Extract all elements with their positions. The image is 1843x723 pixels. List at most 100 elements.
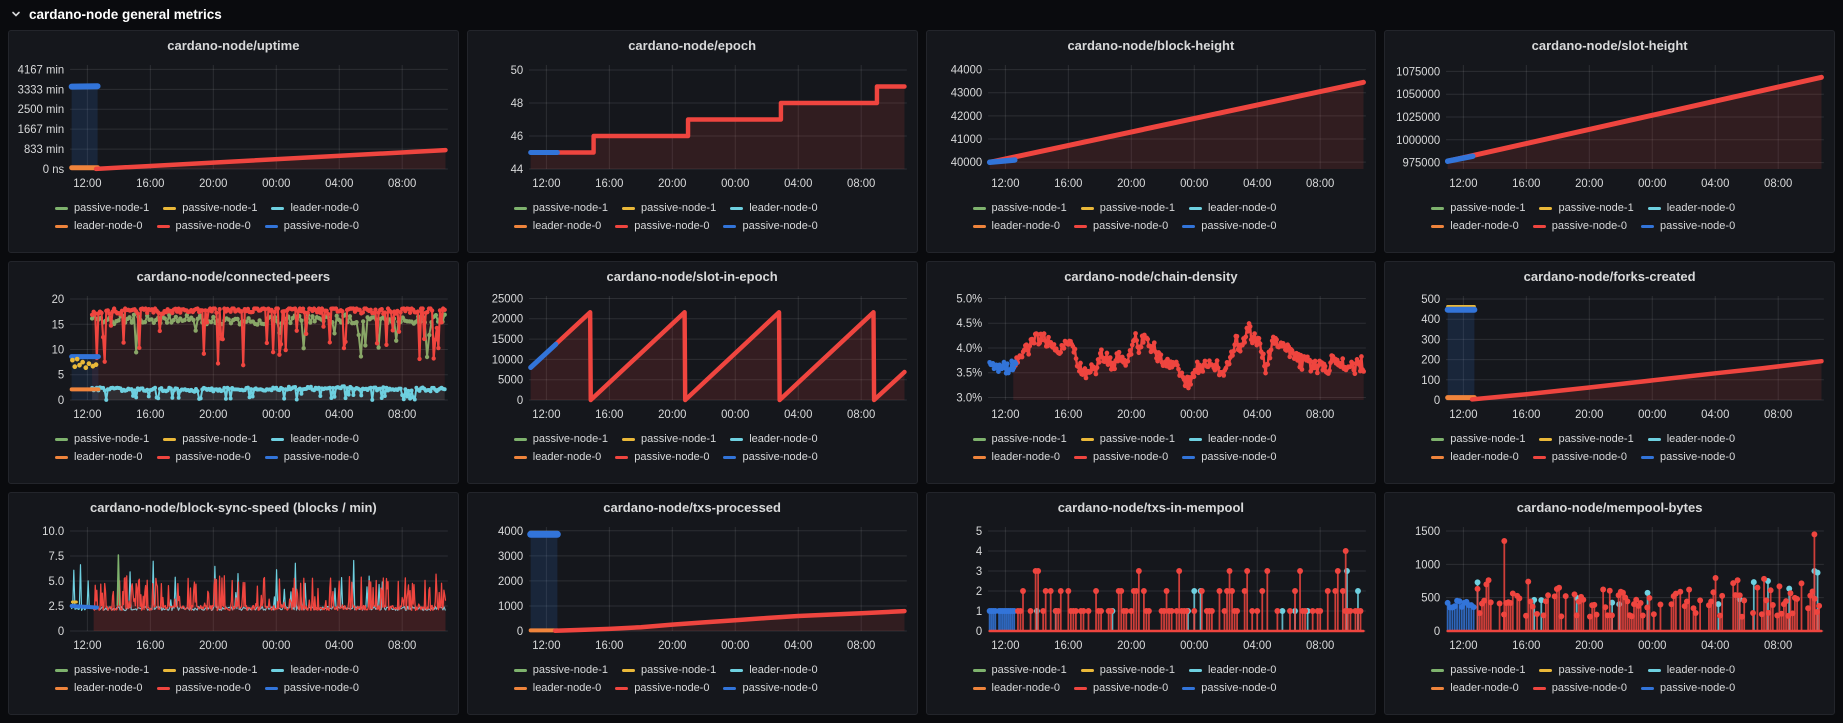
legend-item[interactable]: passive-node-0 — [1074, 219, 1168, 234]
legend-item[interactable]: leader-node-0 — [513, 219, 601, 234]
legend-item[interactable]: passive-node-0 — [1640, 681, 1735, 696]
legend-item[interactable]: leader-node-0 — [1431, 450, 1519, 465]
legend-item[interactable]: leader-node-0 — [513, 681, 601, 696]
series-point — [212, 306, 218, 311]
legend-item[interactable]: passive-node-0 — [156, 450, 251, 465]
legend-item[interactable]: passive-node-0 — [264, 450, 359, 465]
legend-item[interactable]: passive-node-0 — [156, 681, 251, 696]
legend-item[interactable]: leader-node-0 — [271, 663, 359, 678]
legend-item[interactable]: passive-node-1 — [621, 663, 716, 678]
legend-item[interactable]: passive-node-1 — [163, 432, 257, 447]
legend-item[interactable]: passive-node-0 — [156, 219, 251, 234]
legend-item[interactable]: passive-node-1 — [513, 663, 608, 678]
time-series-chart[interactable]: 25000 20000 15000 10000 5000 0 12:00 16:00 20:00… — [472, 288, 913, 428]
panel-title[interactable]: cardano-node/forks-created — [1389, 266, 1830, 288]
legend-item[interactable]: leader-node-0 — [972, 450, 1060, 465]
legend-item[interactable]: passive-node-1 — [1080, 432, 1175, 447]
legend-item[interactable]: passive-node-1 — [972, 432, 1067, 447]
panel-title[interactable]: cardano-node/mempool-bytes — [1389, 497, 1830, 519]
time-series-chart[interactable]: 5.0% 4.5% 4.0% 3.5% 3.0% 12:00 16:00 20:00 00:00… — [931, 288, 1372, 428]
legend-item[interactable]: passive-node-0 — [1640, 450, 1735, 465]
legend-item[interactable]: passive-node-0 — [1182, 219, 1276, 234]
legend-item[interactable]: passive-node-0 — [1640, 219, 1735, 234]
time-series-chart[interactable]: 10.0 7.5 5.0 2.5 0 12:00 16:00 20:00 00:00 04:00 0… — [13, 519, 454, 659]
legend-item[interactable]: leader-node-0 — [513, 450, 601, 465]
panel-title[interactable]: cardano-node/slot-height — [1389, 35, 1830, 57]
legend-item[interactable]: passive-node-0 — [1532, 450, 1627, 465]
legend-item[interactable]: passive-node-0 — [264, 681, 359, 696]
panel-title[interactable]: cardano-node/connected-peers — [13, 266, 454, 288]
legend-item[interactable]: passive-node-0 — [615, 219, 709, 234]
time-series-chart[interactable]: 1075000 1050000 1025000 1000000 975000 12:00 1… — [1389, 57, 1830, 197]
legend-item[interactable]: passive-node-1 — [1080, 201, 1175, 216]
legend-item[interactable]: leader-node-0 — [972, 219, 1060, 234]
series-point — [283, 347, 288, 353]
legend-item[interactable]: passive-node-1 — [972, 663, 1067, 678]
legend-item[interactable]: passive-node-1 — [1431, 201, 1525, 216]
legend-item[interactable]: passive-node-1 — [1431, 432, 1525, 447]
legend-item[interactable]: leader-node-0 — [271, 432, 359, 447]
legend-item[interactable]: passive-node-1 — [163, 663, 257, 678]
legend-item[interactable]: passive-node-0 — [723, 681, 818, 696]
time-series-chart[interactable]: 44000 43000 42000 41000 40000 12:00 16:00 20:00… — [931, 57, 1372, 197]
legend-item[interactable]: leader-node-0 — [730, 201, 818, 216]
legend-item[interactable]: passive-node-1 — [1539, 432, 1634, 447]
legend-item[interactable]: passive-node-0 — [1074, 681, 1168, 696]
legend-item[interactable]: leader-node-0 — [271, 201, 359, 216]
legend-item[interactable]: passive-node-1 — [55, 663, 149, 678]
legend-item[interactable]: passive-node-0 — [1532, 219, 1627, 234]
legend-item[interactable]: passive-node-1 — [1080, 663, 1175, 678]
panel-title[interactable]: cardano-node/epoch — [472, 35, 913, 57]
time-series-chart[interactable]: 500 400 300 200 100 0 12:00 16:00 20:00 00:00 04:0… — [1389, 288, 1830, 428]
legend-item[interactable]: passive-node-1 — [621, 432, 716, 447]
legend-item[interactable]: leader-node-0 — [55, 219, 143, 234]
legend-item[interactable]: leader-node-0 — [1647, 432, 1735, 447]
legend-item[interactable]: leader-node-0 — [730, 432, 818, 447]
legend-item[interactable]: passive-node-1 — [1431, 663, 1525, 678]
legend-item[interactable]: passive-node-1 — [55, 432, 149, 447]
series-point — [1199, 369, 1205, 374]
time-series-chart[interactable]: 50 48 46 44 12:00 16:00 20:00 00:00 04:00 08:00 — [472, 57, 913, 197]
legend-item[interactable]: passive-node-0 — [1074, 450, 1168, 465]
legend-item[interactable]: passive-node-0 — [1182, 450, 1276, 465]
time-series-chart[interactable]: 4000 3000 2000 1000 0 12:00 16:00 20:00 00:00 04:… — [472, 519, 913, 659]
time-series-chart[interactable]: 1500 1000 500 0 12:00 16:00 20:00 00:00 04:00 08:… — [1389, 519, 1830, 659]
legend-item[interactable]: leader-node-0 — [55, 450, 143, 465]
legend-item[interactable]: passive-node-1 — [621, 201, 716, 216]
panel-title[interactable]: cardano-node/chain-density — [931, 266, 1372, 288]
legend-item[interactable]: passive-node-0 — [264, 219, 359, 234]
legend-item[interactable]: leader-node-0 — [1647, 201, 1735, 216]
legend-item[interactable]: passive-node-0 — [1532, 681, 1627, 696]
legend-item[interactable]: leader-node-0 — [730, 663, 818, 678]
legend-item[interactable]: passive-node-1 — [1539, 201, 1634, 216]
panel-title[interactable]: cardano-node/block-sync-speed (blocks / … — [13, 497, 454, 519]
legend-item[interactable]: passive-node-1 — [55, 201, 149, 216]
section-header[interactable]: cardano-node general metrics — [0, 0, 1843, 28]
legend-item[interactable]: passive-node-0 — [615, 681, 709, 696]
panel-title[interactable]: cardano-node/uptime — [13, 35, 454, 57]
legend-item[interactable]: leader-node-0 — [1431, 681, 1519, 696]
panel-title[interactable]: cardano-node/slot-in-epoch — [472, 266, 913, 288]
time-series-chart[interactable]: 20 15 10 5 0 12:00 16:00 20:00 00:00 04:00 08:00 — [13, 288, 454, 428]
legend-item[interactable]: passive-node-1 — [513, 432, 608, 447]
legend-item[interactable]: passive-node-1 — [163, 201, 257, 216]
legend-item[interactable]: leader-node-0 — [1431, 219, 1519, 234]
panel-title[interactable]: cardano-node/block-height — [931, 35, 1372, 57]
time-series-chart[interactable]: 5 4 3 2 1 0 12:00 16:00 20:00 00:00 04:00 08:00 — [931, 519, 1372, 659]
legend-item[interactable]: passive-node-1 — [513, 201, 608, 216]
legend-item[interactable]: leader-node-0 — [1188, 201, 1276, 216]
legend-item[interactable]: passive-node-0 — [723, 219, 818, 234]
legend-item[interactable]: passive-node-1 — [1539, 663, 1634, 678]
legend-item[interactable]: leader-node-0 — [1188, 663, 1276, 678]
legend-item[interactable]: passive-node-0 — [615, 450, 709, 465]
panel-title[interactable]: cardano-node/txs-processed — [472, 497, 913, 519]
time-series-chart[interactable]: 4167 min 3333 min 2500 min 1667 min 833 min 0… — [13, 57, 454, 197]
legend-item[interactable]: leader-node-0 — [1647, 663, 1735, 678]
legend-item[interactable]: passive-node-1 — [972, 201, 1067, 216]
legend-item[interactable]: passive-node-0 — [1182, 681, 1276, 696]
legend-item[interactable]: leader-node-0 — [55, 681, 143, 696]
legend-item[interactable]: leader-node-0 — [1188, 432, 1276, 447]
legend-item[interactable]: leader-node-0 — [972, 681, 1060, 696]
legend-item[interactable]: passive-node-0 — [723, 450, 818, 465]
panel-title[interactable]: cardano-node/txs-in-mempool — [931, 497, 1372, 519]
